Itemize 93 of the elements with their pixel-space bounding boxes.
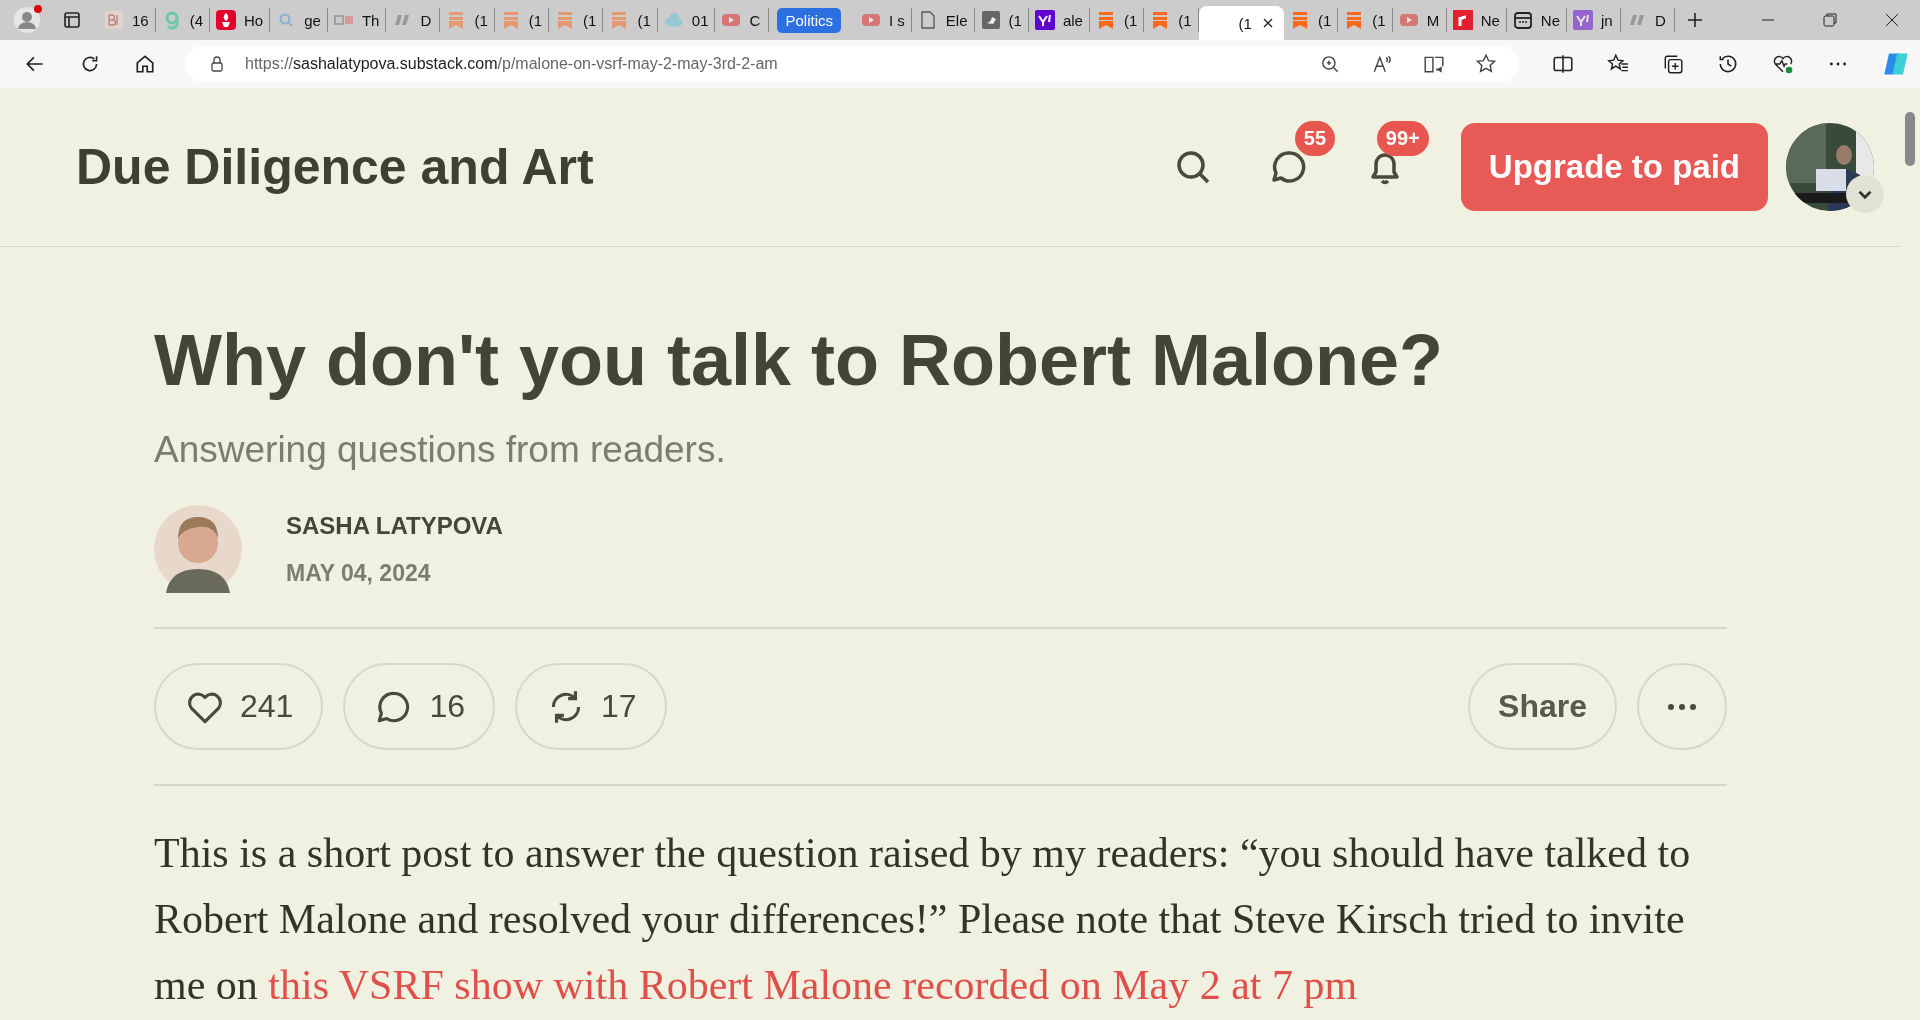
tab-title: 01 bbox=[691, 11, 709, 29]
browser-tab[interactable]: D bbox=[386, 8, 441, 32]
letter-logo-icon bbox=[1452, 10, 1473, 30]
browser-tab[interactable]: D bbox=[1621, 8, 1675, 32]
tab-title: D bbox=[420, 11, 432, 29]
like-button[interactable]: 241 bbox=[154, 663, 324, 751]
browser-tab[interactable]: Ho bbox=[210, 8, 271, 32]
browser-tab[interactable]: (1 bbox=[1089, 8, 1145, 32]
restack-button[interactable]: 17 bbox=[515, 663, 667, 751]
browser-tab[interactable]: (1 bbox=[1144, 8, 1199, 32]
browser-tab[interactable]: ge bbox=[270, 8, 328, 32]
author-avatar[interactable] bbox=[154, 505, 242, 594]
zoom-icon[interactable] bbox=[1319, 53, 1341, 75]
tab-title: D bbox=[1655, 11, 1666, 29]
split-screen-icon[interactable] bbox=[1552, 53, 1574, 75]
new-tab-icon[interactable] bbox=[1685, 10, 1705, 30]
more-icon bbox=[1668, 703, 1696, 710]
tab-actions-icon[interactable] bbox=[62, 10, 82, 30]
tab-title: (1 bbox=[1372, 11, 1386, 29]
tab-title: (1 bbox=[1008, 11, 1022, 29]
browser-tab[interactable]: jn bbox=[1567, 8, 1621, 32]
chat-count: 55 bbox=[1294, 121, 1336, 156]
read-aloud-icon[interactable] bbox=[1371, 53, 1393, 75]
notification-count: 99+ bbox=[1376, 121, 1429, 156]
browser-tab[interactable]: Th bbox=[327, 8, 387, 32]
browser-tab[interactable]: (4 bbox=[155, 8, 211, 32]
tab-title: Ho bbox=[244, 11, 264, 29]
tab-title: Th bbox=[361, 11, 380, 29]
browser-tab[interactable]: (1 bbox=[1338, 8, 1393, 32]
browser-tab[interactable]: C bbox=[715, 8, 770, 32]
tab-title: 16 bbox=[132, 11, 149, 29]
tab-title: (1 bbox=[1317, 11, 1332, 29]
tab-title: ale bbox=[1062, 11, 1083, 29]
heartbeat-icon[interactable] bbox=[1772, 53, 1794, 75]
browser-tab[interactable]: Ne bbox=[1506, 8, 1567, 32]
tab-title: (4 bbox=[189, 11, 204, 29]
tab-title: (1 bbox=[528, 11, 543, 29]
yahoo-logo-icon bbox=[1573, 10, 1593, 30]
address-field[interactable]: https://sashalatypova.substack.com/p/malone-on-vsrf-may-2-may-3rd-2-am bbox=[185, 46, 1519, 82]
tab-title: Ele bbox=[945, 11, 968, 29]
flame-logo-icon bbox=[216, 10, 237, 30]
share-button[interactable]: Share bbox=[1468, 663, 1617, 751]
browser-tab[interactable]: I s bbox=[855, 8, 912, 32]
star-icon[interactable] bbox=[1475, 53, 1497, 75]
calendar-icon bbox=[1512, 10, 1533, 30]
tab-title: ge bbox=[304, 11, 321, 29]
post-subtitle: Answering questions from readers. bbox=[154, 429, 727, 472]
browser-tab[interactable]: ale bbox=[1028, 8, 1090, 32]
browser-tab[interactable]: 01 bbox=[657, 8, 716, 32]
tab-title: Ne bbox=[1540, 11, 1560, 29]
browser-tab[interactable]: M bbox=[1392, 8, 1447, 32]
tab-title: Ne bbox=[1480, 11, 1500, 29]
tab-title: jn bbox=[1601, 11, 1613, 29]
restore-icon[interactable] bbox=[1822, 12, 1838, 28]
browser-tab[interactable]: (1 bbox=[603, 8, 658, 32]
account-menu-button[interactable] bbox=[1846, 175, 1884, 213]
home-icon[interactable] bbox=[134, 53, 156, 75]
serif-logo-icon bbox=[104, 10, 124, 30]
post-title: Why don't you talk to Robert Malone? bbox=[154, 319, 1445, 402]
close-icon[interactable] bbox=[1884, 12, 1900, 28]
collections-icon[interactable] bbox=[1662, 53, 1684, 75]
browser-tab[interactable]: (1 bbox=[1283, 8, 1339, 32]
browser-tab[interactable]: 16 bbox=[98, 8, 156, 32]
tab-title: (1 bbox=[583, 11, 597, 29]
browser-tab[interactable]: (1 bbox=[440, 8, 495, 32]
cloud-icon bbox=[663, 10, 684, 30]
comment-button[interactable]: 16 bbox=[343, 663, 495, 751]
browser-tab[interactable]: (1 bbox=[549, 8, 604, 32]
browser-tab[interactable]: (1 bbox=[974, 8, 1029, 32]
tab-title: (1 bbox=[1238, 14, 1252, 32]
tab-title: (1 bbox=[474, 11, 488, 29]
tab-title: (1 bbox=[637, 11, 651, 29]
bird-icon bbox=[980, 10, 1001, 30]
close-icon[interactable] bbox=[1261, 17, 1274, 29]
tab-title: M bbox=[1426, 11, 1440, 29]
browser-tab[interactable]: Ele bbox=[911, 8, 975, 32]
tab-title: (1 bbox=[1178, 11, 1192, 29]
site-title[interactable]: Due Diligence and Art bbox=[76, 138, 594, 196]
url-text: https://sashalatypova.substack.com/p/malone-on-vsrf-may-2-may-3rd-2-am bbox=[245, 55, 778, 73]
upgrade-button[interactable]: Upgrade to paid bbox=[1460, 123, 1768, 211]
browser-tab[interactable]: (1 bbox=[1198, 6, 1284, 40]
author-name[interactable]: SASHA LATYPOVA bbox=[286, 511, 503, 540]
body-paragraph: This is a short post to answer the question raised by my readers: “you should have talked to Robert Malone and resolved your differences!” Please note that Steve Kirsch tried to invite me on this VSRF show with Robert Malone recorded on May 2 at 7 pm bbox=[154, 829, 1692, 1011]
history-icon[interactable] bbox=[1717, 53, 1739, 75]
tab-title: C bbox=[749, 11, 761, 29]
post-date: MAY 04, 2024 bbox=[286, 559, 432, 587]
yahoo-logo-icon bbox=[1034, 10, 1055, 30]
tab-group-label[interactable]: Politics bbox=[777, 7, 841, 33]
tab-title: (1 bbox=[1123, 11, 1138, 29]
browser-tab[interactable]: Ne bbox=[1446, 8, 1507, 32]
profile-icon[interactable] bbox=[12, 4, 44, 36]
tab-title: I s bbox=[889, 11, 905, 29]
browser-tab[interactable]: (1 bbox=[494, 8, 550, 32]
